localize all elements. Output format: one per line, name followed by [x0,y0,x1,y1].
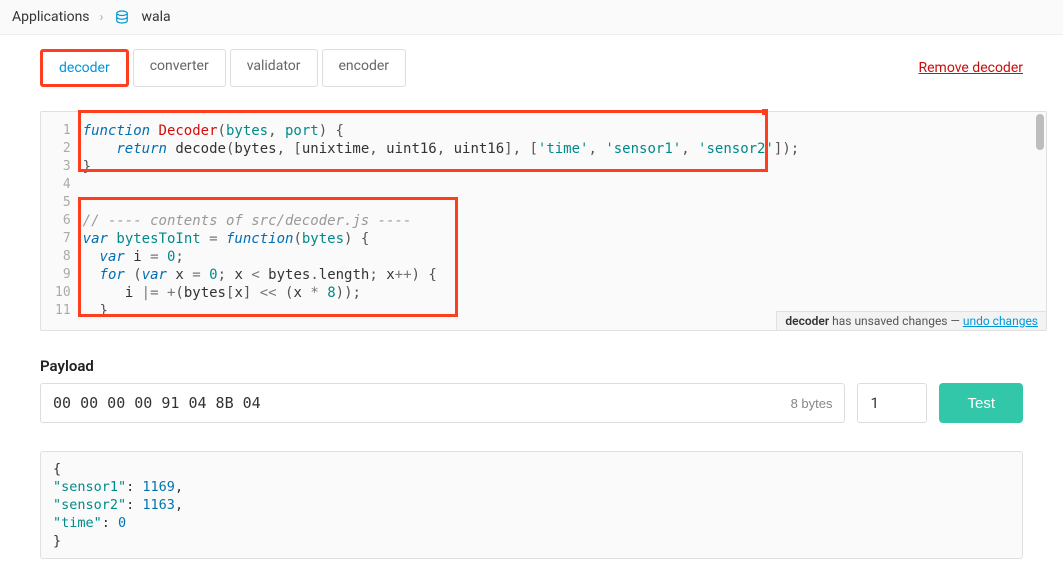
tabs: decoderconvertervalidatorencoder [40,49,406,87]
output-brace-close: } [53,532,1010,550]
payload-label: Payload [40,357,1023,375]
unsaved-file-name: decoder [785,314,829,328]
output-entry: "sensor1": 1169, [53,478,1010,496]
port-input[interactable]: 1 [857,383,927,423]
output-entry: "time": 0 [53,514,1010,532]
test-button[interactable]: Test [939,383,1023,423]
unsaved-text: has unsaved changes — [829,314,963,328]
tabs-row: decoderconvertervalidatorencoder Remove … [0,35,1063,87]
remove-decoder-link[interactable]: Remove decoder [919,60,1024,76]
breadcrumb: Applications › wala [0,0,1063,35]
highlight-fold-corner [762,109,768,115]
undo-changes-link[interactable]: undo changes [963,314,1038,328]
tab-encoder[interactable]: encoder [322,49,407,87]
payload-value[interactable]: 00 00 00 00 91 04 8B 04 [53,394,261,412]
application-icon [113,8,131,26]
breadcrumb-root[interactable]: Applications [12,9,90,25]
editor-scrollbar[interactable] [1036,114,1044,150]
tab-decoder[interactable]: decoder [40,49,129,87]
payload-section: Payload 00 00 00 00 91 04 8B 04 8 bytes … [0,331,1063,423]
code-editor[interactable]: 1234567891011 function Decoder(bytes, po… [40,111,1047,331]
tab-validator[interactable]: validator [230,49,318,87]
line-gutter: 1234567891011 [41,120,79,322]
code-editor-wrap: 1234567891011 function Decoder(bytes, po… [40,111,1047,331]
output-brace-open: { [53,460,1010,478]
output-json[interactable]: { "sensor1": 1169, "sensor2": 1163, "tim… [40,451,1023,559]
code-content[interactable]: function Decoder(bytes, port) { return d… [79,120,810,322]
chevron-right-icon: › [100,10,104,25]
payload-byte-count: 8 bytes [791,396,833,411]
breadcrumb-app-name[interactable]: wala [141,9,170,25]
payload-input[interactable]: 00 00 00 00 91 04 8B 04 8 bytes [40,383,845,423]
unsaved-changes-notice: decoder has unsaved changes — undo chang… [776,311,1046,330]
output-entry: "sensor2": 1163, [53,496,1010,514]
tab-converter[interactable]: converter [133,49,226,87]
